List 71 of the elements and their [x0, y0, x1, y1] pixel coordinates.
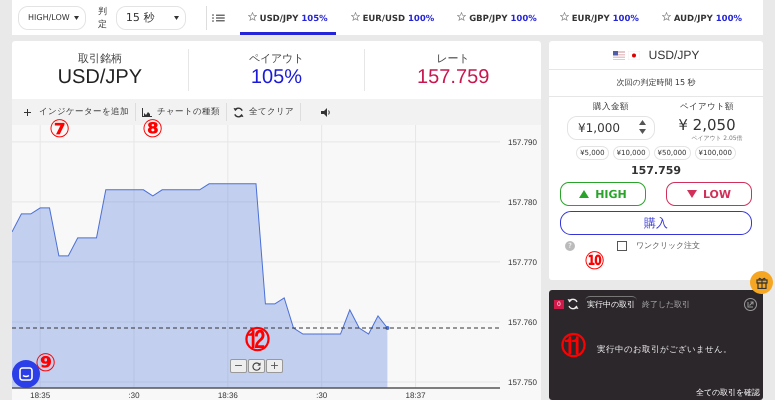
payout-amount: ¥ 2,050: [678, 116, 736, 134]
star-icon[interactable]: [662, 12, 671, 20]
up-triangle-icon: [579, 190, 590, 198]
menu-icon[interactable]: [212, 12, 226, 24]
spinner-arrows-icon[interactable]: [639, 120, 646, 134]
star-icon[interactable]: [457, 12, 466, 20]
reset-zoom-button[interactable]: [248, 359, 265, 373]
y-axis-label: 157.750: [508, 378, 537, 387]
current-rate: 157.759: [630, 164, 682, 177]
x-axis-label: :30: [316, 391, 328, 400]
callout-number: ⑪: [561, 333, 586, 358]
y-axis-label: 157.760: [508, 318, 537, 327]
caret-icon: [174, 16, 179, 20]
buy-button[interactable]: 購入: [560, 211, 752, 235]
x-axis-label: 18:36: [218, 391, 238, 400]
plus-icon: [24, 108, 31, 116]
pair-tab[interactable]: GBP/JPY 100%: [449, 0, 545, 35]
summary-value: 157.759: [417, 66, 490, 89]
gift-icon: [756, 276, 768, 288]
callout-number: ⑨: [35, 350, 56, 375]
amount-label: 購入金額: [593, 101, 629, 113]
pair-tab[interactable]: AUD/JPY 100%: [654, 0, 750, 35]
pair-tab[interactable]: EUR/USD 100%: [342, 0, 442, 35]
chart-icon: [142, 108, 152, 116]
amount-field[interactable]: ¥1,000: [567, 116, 655, 140]
zoom-button[interactable]: +: [266, 359, 283, 373]
zoom-button[interactable]: −: [230, 359, 247, 373]
star-icon[interactable]: [248, 12, 257, 20]
reset-icon: [252, 362, 261, 370]
view-all-trades-link[interactable]: 全ての取引を確認: [693, 387, 763, 400]
callout-number: ⑫: [245, 327, 270, 352]
japan-flag-icon: [628, 50, 640, 60]
next-expiry-text: 次回の判定時間 15 秒: [549, 70, 763, 97]
trades-tab[interactable]: 終了した取引: [640, 296, 692, 312]
down-triangle-icon: [686, 190, 697, 198]
y-axis-label: 157.770: [508, 258, 537, 267]
star-icon[interactable]: [560, 12, 569, 20]
caret-icon: [74, 16, 79, 20]
trades-tab[interactable]: 実行中の取引: [584, 296, 637, 312]
y-axis-label: 157.780: [508, 198, 537, 207]
chat-icon: [19, 367, 33, 381]
external-link-icon[interactable]: [744, 298, 757, 310]
summary-value: USD/JPY: [58, 66, 142, 89]
summary-label: ペイアウト: [249, 51, 304, 66]
refresh-icon: [233, 106, 244, 118]
star-icon[interactable]: [350, 12, 360, 20]
y-axis-label: 157.790: [508, 138, 537, 147]
expiry-label: 判定: [98, 6, 108, 30]
empty-trades-message: 実行中のお取引がございません。: [597, 344, 733, 356]
expiry-dropdown[interactable]: 15 秒: [116, 6, 186, 30]
summary-label: 取引銘柄: [78, 51, 122, 66]
x-axis-label: 18:35: [30, 391, 50, 400]
pair-title: USD/JPY: [648, 48, 700, 62]
trade-type-dropdown[interactable]: HIGH/LOW: [18, 6, 86, 30]
summary-label: レート: [436, 51, 470, 66]
speaker-icon[interactable]: [321, 108, 332, 116]
refresh-icon[interactable]: [566, 298, 579, 310]
clear-all-button[interactable]: 全てクリア: [227, 103, 301, 121]
current-price-dot: [385, 326, 390, 330]
low-button[interactable]: LOW: [666, 182, 752, 206]
pair-tab[interactable]: EUR/JPY 100%: [552, 0, 647, 35]
callout-number: ⑩: [584, 248, 606, 273]
us-flag-icon: [612, 50, 625, 60]
one-click-label: ワンクリック注文: [636, 240, 700, 251]
pair-tab[interactable]: USD/JPY 105%: [240, 0, 336, 35]
gift-button[interactable]: [750, 271, 773, 294]
x-axis-label: 18:37: [406, 391, 426, 400]
summary-value: 105%: [250, 66, 302, 89]
checkbox[interactable]: [617, 240, 627, 250]
x-axis-label: :30: [128, 391, 140, 400]
payout-label: ペイアウト額: [680, 101, 734, 113]
